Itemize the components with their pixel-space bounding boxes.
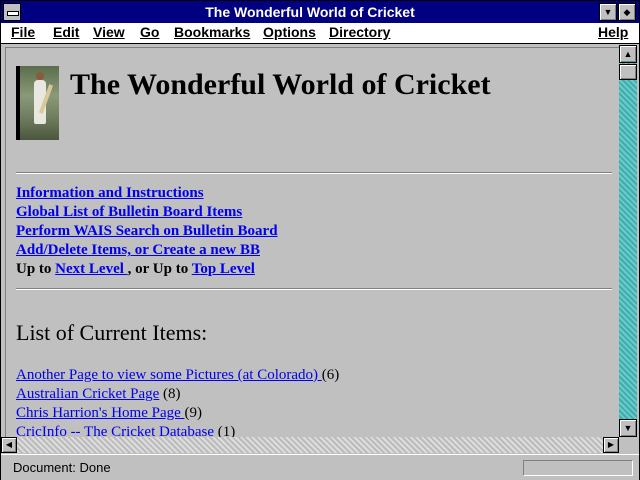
link-information[interactable]: Information and Instructions — [16, 185, 204, 201]
menu-bar: File Edit View Go Bookmarks Options Dire… — [1, 23, 639, 44]
up-arrow-icon: ▲ — [623, 49, 633, 59]
browser-window: The Wonderful World of Cricket ▼ ◆ File … — [0, 0, 640, 480]
up-down-triangle-icon: ◆ — [623, 7, 631, 17]
menu-options[interactable]: Options — [263, 24, 316, 40]
link-wais-search[interactable]: Perform WAIS Search on Bulletin Board — [16, 223, 278, 239]
list-item: Australian Cricket Page (8) — [16, 385, 339, 404]
menu-file[interactable]: File — [11, 24, 35, 40]
upto-prefix: Up to — [16, 261, 56, 277]
divider — [16, 288, 612, 290]
title-bar[interactable]: The Wonderful World of Cricket ▼ ◆ — [1, 1, 639, 23]
minimize-button[interactable]: ▼ — [599, 3, 617, 21]
item-count: (1) — [213, 424, 236, 438]
menu-go[interactable]: Go — [140, 24, 159, 40]
item-link[interactable]: Chris Harrion's Home Page — [16, 405, 185, 421]
list-item: Chris Harrion's Home Page (9) — [16, 404, 339, 423]
upto-middle: , or Up to — [127, 261, 192, 277]
item-link[interactable]: Another Page to view some Pictures (at C… — [16, 367, 322, 383]
item-list: Another Page to view some Pictures (at C… — [16, 366, 339, 438]
item-count: (6) — [321, 367, 340, 383]
menu-edit[interactable]: Edit — [53, 24, 79, 40]
down-triangle-icon: ▼ — [603, 7, 613, 17]
vertical-scroll-thumb[interactable] — [619, 64, 637, 80]
item-count: (8) — [159, 386, 181, 402]
scroll-right-button[interactable]: ▶ — [603, 437, 619, 453]
list-item: Another Page to view some Pictures (at C… — [16, 366, 339, 385]
vertical-scrollbar[interactable]: ▲ ▼ — [619, 45, 637, 437]
maximize-button[interactable]: ◆ — [618, 3, 636, 21]
horizontal-scrollbar[interactable]: ◀ ▶ — [1, 437, 619, 453]
scroll-down-button[interactable]: ▼ — [619, 419, 637, 437]
list-heading: List of Current Items: — [16, 320, 208, 345]
page-content: The Wonderful World of Cricket Informati… — [5, 47, 620, 438]
list-item: CricInfo -- The Cricket Database (1) — [16, 423, 339, 438]
link-add-delete[interactable]: Add/Delete Items, or Create a new BB — [16, 242, 260, 258]
item-count: (9) — [184, 405, 203, 421]
divider — [16, 172, 612, 174]
item-link[interactable]: Australian Cricket Page — [16, 386, 159, 402]
nav-links: Information and Instructions Global List… — [16, 184, 278, 279]
page-title: The Wonderful World of Cricket — [70, 68, 491, 101]
scroll-left-button[interactable]: ◀ — [1, 437, 17, 453]
cricket-logo-image — [16, 66, 59, 140]
left-arrow-icon: ◀ — [5, 440, 13, 449]
menu-view[interactable]: View — [93, 24, 125, 40]
right-arrow-icon: ▶ — [607, 440, 615, 449]
link-next-level[interactable]: Next Level — [55, 261, 127, 277]
menu-help[interactable]: Help — [598, 24, 628, 40]
status-text: Document: Done — [13, 460, 111, 475]
link-global-list[interactable]: Global List of Bulletin Board Items — [16, 204, 242, 220]
system-menu-icon[interactable] — [3, 3, 21, 21]
item-link[interactable]: CricInfo -- The Cricket Database — [16, 424, 214, 438]
status-bar: Document: Done — [1, 454, 639, 480]
menu-bookmarks[interactable]: Bookmarks — [174, 24, 250, 40]
menu-directory[interactable]: Directory — [329, 24, 390, 40]
link-top-level[interactable]: Top Level — [192, 261, 255, 277]
window-title: The Wonderful World of Cricket — [205, 4, 415, 20]
down-arrow-icon: ▼ — [623, 423, 633, 433]
scrollbar-corner — [619, 437, 637, 453]
progress-indicator — [523, 460, 633, 476]
scroll-up-button[interactable]: ▲ — [619, 45, 637, 63]
